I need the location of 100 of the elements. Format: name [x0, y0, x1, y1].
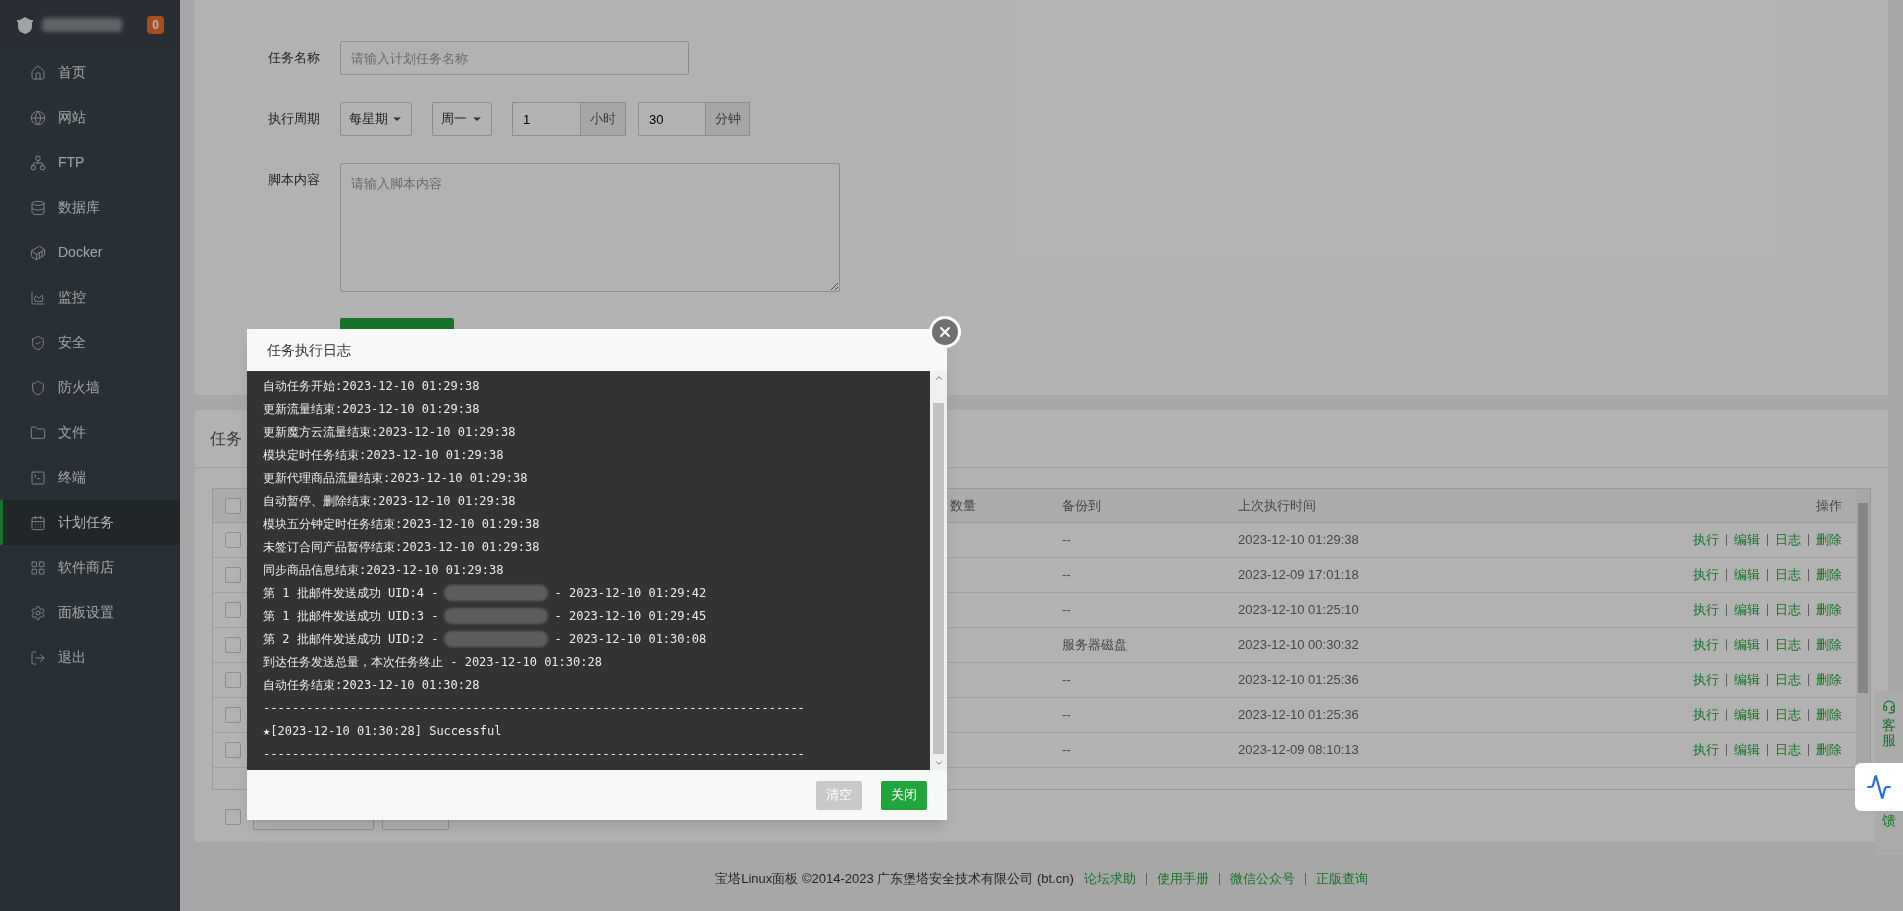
sidebar-item[interactable]: 防火墙 [0, 365, 180, 410]
log-line: 第 2 批邮件发送成功 UID:2 - [263, 630, 439, 648]
action-link[interactable]: 编辑 [1734, 705, 1760, 725]
action-link[interactable]: 日志 [1775, 530, 1801, 550]
table-cell-text: -- [1062, 601, 1072, 620]
hour-field[interactable]: 1 [512, 102, 581, 136]
caret-icon [933, 373, 944, 383]
logo-icon [16, 15, 34, 35]
sidebar-item[interactable]: 监控 [0, 275, 180, 320]
checkbox[interactable] [225, 707, 241, 723]
notification-badge[interactable]: 0 [147, 16, 164, 34]
action-link[interactable]: 执行 [1693, 530, 1719, 550]
table-cell-text: 2023-12-09 17:01:18 [1238, 566, 1359, 585]
action-link[interactable]: 编辑 [1734, 600, 1760, 620]
action-link[interactable]: 日志 [1775, 565, 1801, 585]
feedback-link[interactable]: 馈 [1882, 812, 1896, 829]
sidebar-item[interactable]: 退出 [0, 635, 180, 680]
footer-link[interactable]: 使用手册 [1156, 868, 1209, 889]
action-link[interactable]: 删除 [1816, 635, 1842, 655]
table-cell-text: 2023-12-09 08:10:13 [1238, 741, 1359, 760]
table-cell-text: -- [1062, 531, 1072, 550]
action-link[interactable]: 执行 [1693, 600, 1719, 620]
table-cell-text: -- [1062, 706, 1072, 725]
assistant-button[interactable] [1855, 763, 1903, 811]
calendar-icon [30, 514, 46, 531]
log-line: 自动任务开始:2023-12-10 01:29:38 [263, 377, 480, 395]
checkbox[interactable] [225, 672, 241, 688]
sidebar-item[interactable]: 首页 [0, 50, 180, 95]
checkbox[interactable] [225, 637, 241, 653]
sidebar-item[interactable]: 数据库 [0, 185, 180, 230]
action-link[interactable]: 删除 [1816, 600, 1842, 620]
log-separator: --------------------------------------------------------------------------- [263, 699, 805, 717]
checkbox[interactable] [225, 567, 241, 583]
action-link[interactable]: 删除 [1816, 565, 1842, 585]
checkbox[interactable] [225, 742, 241, 758]
minute-field[interactable]: 30 [638, 102, 706, 136]
period-select[interactable]: 每星期 [340, 102, 412, 136]
table-cell-text: 2023-12-10 00:30:32 [1238, 636, 1359, 655]
log-line: 自动暂停、删除结束:2023-12-10 01:29:38 [263, 492, 516, 510]
dialog-title: 任务执行日志 [267, 340, 351, 360]
action-link[interactable]: 执行 [1693, 670, 1719, 690]
sidebar-item[interactable]: 终端 [0, 455, 180, 500]
checkbox[interactable] [225, 602, 241, 618]
chart-icon [30, 289, 46, 306]
sidebar-item[interactable]: FTP [0, 140, 180, 185]
log-line: 到达任务发送总量，本次任务终止 - 2023-12-10 01:30:28 [263, 653, 602, 671]
action-link[interactable]: 执行 [1693, 705, 1719, 725]
action-link[interactable]: 编辑 [1734, 635, 1760, 655]
log-line: 同步商品信息结束:2023-12-10 01:29:38 [263, 561, 504, 579]
log-line: - 2023-12-10 01:29:42 [554, 584, 707, 602]
database-icon [30, 199, 46, 216]
log-line: 第 1 批邮件发送成功 UID:3 - [263, 607, 439, 625]
home-icon [30, 64, 46, 81]
action-link[interactable]: 编辑 [1734, 565, 1760, 585]
sidebar-item[interactable]: Docker [0, 230, 180, 275]
grid-icon [30, 559, 46, 576]
action-link[interactable]: 编辑 [1734, 740, 1760, 760]
sidebar-item[interactable]: 文件 [0, 410, 180, 455]
sidebar-item[interactable]: 软件商店 [0, 545, 180, 590]
close-button[interactable]: 关闭 [881, 780, 927, 810]
day-select[interactable]: 周一 [432, 102, 492, 136]
action-link[interactable]: 执行 [1693, 740, 1719, 760]
action-link[interactable]: 日志 [1775, 740, 1801, 760]
task-name-field[interactable]: 请输入计划任务名称 [340, 41, 689, 75]
action-link[interactable]: 日志 [1775, 670, 1801, 690]
table-cell-text: 2023-12-10 01:25:36 [1238, 706, 1359, 725]
service-link[interactable]: 客服 [1882, 718, 1896, 749]
footer-link[interactable]: 正版查询 [1315, 868, 1368, 889]
action-link[interactable]: 执行 [1693, 565, 1719, 585]
unit-label: 小时 [581, 102, 626, 136]
script-field[interactable]: 请输入脚本内容 [340, 163, 840, 292]
log-line: 模块定时任务结束:2023-12-10 01:29:38 [263, 446, 504, 464]
footer-link[interactable]: 微信公众号 [1229, 868, 1295, 889]
log-line: 第 1 批邮件发送成功 UID:4 - [263, 584, 439, 602]
sidebar-item[interactable]: 安全 [0, 320, 180, 365]
sidebar-item[interactable]: 网站 [0, 95, 180, 140]
action-link[interactable]: 日志 [1775, 600, 1801, 620]
checkbox[interactable] [225, 809, 241, 825]
column-header: 数量 [950, 496, 977, 515]
scrollbar[interactable] [930, 371, 947, 770]
action-link[interactable]: 删除 [1816, 740, 1842, 760]
network-icon [30, 154, 46, 171]
column-header: 上次执行时间 [1238, 496, 1316, 515]
action-link[interactable]: 日志 [1775, 635, 1801, 655]
action-link[interactable]: 执行 [1693, 635, 1719, 655]
sidebar-item[interactable]: 计划任务 [0, 500, 180, 545]
action-link[interactable]: 编辑 [1734, 670, 1760, 690]
action-link[interactable]: 删除 [1816, 530, 1842, 550]
footer-link[interactable]: 论坛求助 [1083, 868, 1136, 889]
action-link[interactable]: 日志 [1775, 705, 1801, 725]
sidebar-item[interactable]: 面板设置 [0, 590, 180, 635]
folder-icon [30, 424, 46, 441]
log-line: 未签订合同产品暂停结束:2023-12-10 01:29:38 [263, 538, 540, 556]
unit-label: 分钟 [706, 102, 750, 136]
action-link[interactable]: 编辑 [1734, 530, 1760, 550]
checkbox[interactable] [225, 497, 241, 514]
log-separator: --------------------------------------------------------------------------- [263, 745, 805, 763]
checkbox[interactable] [225, 532, 241, 548]
action-link[interactable]: 删除 [1816, 705, 1842, 725]
action-link[interactable]: 删除 [1816, 670, 1842, 690]
